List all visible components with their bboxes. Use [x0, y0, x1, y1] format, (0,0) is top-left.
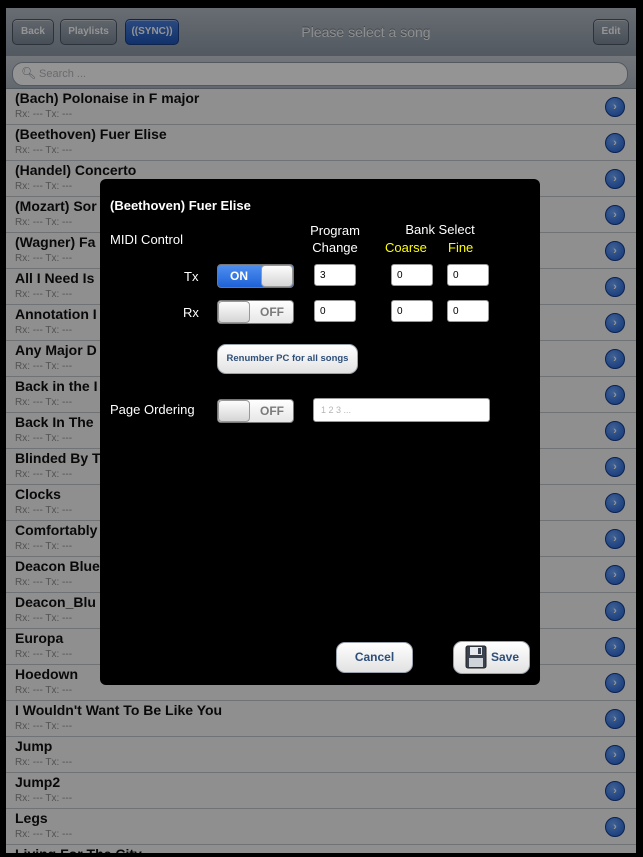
tx-program-change-field[interactable]: 3 — [314, 264, 356, 286]
cancel-button[interactable]: Cancel — [336, 642, 413, 673]
rx-toggle[interactable]: OFF — [217, 300, 294, 324]
rx-program-change-field[interactable]: 0 — [314, 300, 356, 322]
tx-coarse-field[interactable]: 0 — [391, 264, 433, 286]
app-frame: Back Playlists ((SYNC)) Please select a … — [6, 8, 636, 853]
tx-toggle-label: ON — [230, 269, 248, 283]
song-settings-dialog: (Beethoven) Fuer Elise MIDI Control Prog… — [100, 179, 540, 685]
tx-fine-field[interactable]: 0 — [447, 264, 489, 286]
bank-select-header: Bank Select — [405, 222, 475, 237]
save-button[interactable]: Save — [453, 641, 530, 674]
rx-fine-field[interactable]: 0 — [447, 300, 489, 322]
floppy-disk-icon — [465, 645, 487, 669]
toggle-knob — [218, 301, 250, 323]
page-ordering-toggle[interactable]: OFF — [217, 399, 294, 423]
toggle-knob — [218, 400, 250, 422]
tx-toggle[interactable]: ON — [217, 264, 294, 288]
rx-coarse-field[interactable]: 0 — [391, 300, 433, 322]
save-label: Save — [491, 650, 520, 664]
toggle-knob — [261, 265, 293, 287]
fine-label: Fine — [448, 240, 474, 255]
coarse-label: Coarse — [385, 240, 427, 255]
page-ordering-toggle-label: OFF — [260, 404, 284, 418]
page-ordering-label: Page Ordering — [110, 402, 195, 417]
midi-control-label: MIDI Control — [110, 232, 183, 247]
rx-toggle-label: OFF — [260, 305, 284, 319]
tx-label: Tx — [184, 269, 199, 284]
program-change-header: Program Change — [310, 223, 360, 255]
dialog-title: (Beethoven) Fuer Elise — [110, 198, 251, 213]
rx-label: Rx — [183, 305, 199, 320]
page-ordering-input[interactable]: 1 2 3 ... — [313, 398, 490, 422]
renumber-pc-button[interactable]: Renumber PC for all songs — [217, 344, 358, 374]
